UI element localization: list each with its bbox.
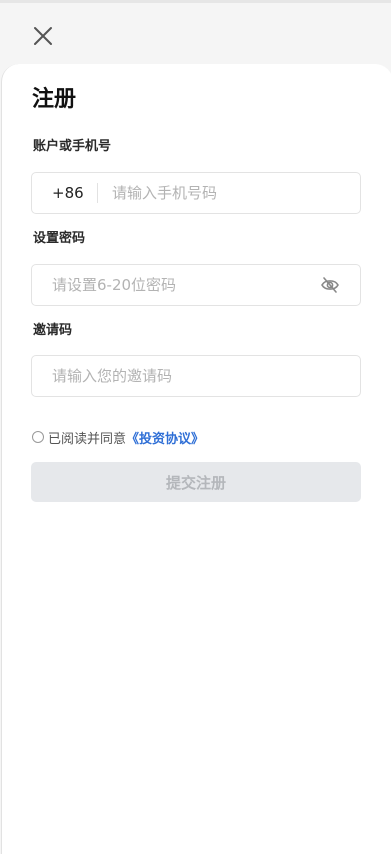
close-icon[interactable]: [32, 25, 54, 47]
password-label: 设置密码: [33, 231, 86, 246]
phone-field: +86: [31, 172, 361, 214]
invite-field: [31, 355, 361, 397]
country-code-selector[interactable]: +86: [52, 173, 84, 213]
agreement-text: 已阅读并同意: [48, 431, 127, 447]
agreement-link[interactable]: 《投资协议》: [126, 428, 204, 447]
invite-input[interactable]: [52, 356, 342, 396]
invite-label: 邀请码: [33, 323, 73, 338]
phone-input[interactable]: [112, 173, 348, 213]
agreement-checkbox[interactable]: [32, 431, 44, 443]
password-input[interactable]: [52, 265, 312, 305]
eye-off-icon[interactable]: [320, 276, 340, 294]
submit-register-button[interactable]: 提交注册: [31, 462, 361, 502]
agreement-row: 已阅读并同意 《投资协议》: [32, 427, 204, 447]
page-title: 注册: [32, 87, 77, 112]
password-field: [31, 264, 361, 306]
field-divider: [97, 183, 98, 203]
top-bar: [0, 0, 391, 70]
account-label: 账户或手机号: [33, 139, 112, 154]
